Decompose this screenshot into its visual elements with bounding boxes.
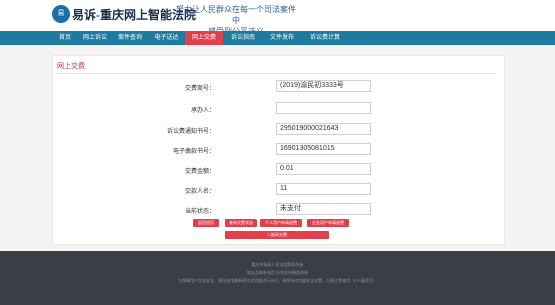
main-content: 网上交费 交费案号： (2019)渝民初3333号 承办人： 诉讼费通知书号： … xyxy=(0,45,555,251)
site-header: 易 易诉-重庆网上智能法院 努力让人民群众在每一个司法案件中 感受到公平正义 xyxy=(0,0,555,36)
nav-fee-calculator[interactable]: 诉讼费计算 xyxy=(301,31,349,45)
main-nav: 首页 网上诉讼 案件查询 电子送达 网上交费 诉讼指南 文件发布 诉讼费计算 xyxy=(0,31,555,45)
handler-label: 承办人： xyxy=(190,108,215,114)
status-field: 未支付 xyxy=(276,203,371,215)
status-label: 当前状态： xyxy=(184,209,215,215)
nav-case-query[interactable]: 案件查询 xyxy=(112,31,148,45)
e-payment-slip-label: 电子缴款书号： xyxy=(172,149,215,155)
footer-notice: 为保障用户信息安全，建议使用最新版本浏览器进行访问，请保持浏览器安全设置，以便正… xyxy=(178,278,377,283)
payer-name-field[interactable]: 11 xyxy=(276,183,371,195)
amount-label: 交费金额： xyxy=(184,169,215,175)
nav-home[interactable]: 首页 xyxy=(52,31,78,45)
panel-title: 网上交费 xyxy=(57,63,85,70)
footer-contact: 地址及联系电话 技术支持服务热线 xyxy=(246,270,309,275)
court-logo-icon[interactable]: 易 xyxy=(52,5,70,23)
panel-divider xyxy=(57,73,497,74)
amount-field[interactable]: 0.01 xyxy=(276,163,371,175)
nav-e-delivery[interactable]: 电子送达 xyxy=(148,31,185,45)
back-home-button[interactable]: 返回首页 xyxy=(193,219,219,227)
nav-litigation-guide[interactable]: 诉讼指南 xyxy=(223,31,263,45)
payer-name-label: 交款人名： xyxy=(184,189,215,195)
qr-payment-button[interactable]: 二维码交费 xyxy=(225,231,329,239)
payment-panel: 网上交费 交费案号： (2019)渝民初3333号 承办人： 诉讼费通知书号： … xyxy=(52,55,505,245)
nav-file-release[interactable]: 文件发布 xyxy=(263,31,301,45)
nav-online-payment[interactable]: 网上交费 xyxy=(185,31,223,45)
enterprise-refund-button[interactable]: 企业用户申请退费 xyxy=(307,219,349,227)
footer-copyright: 重庆市高级人民法院版权所有 xyxy=(251,262,304,267)
query-status-button[interactable]: 查询交费状态 xyxy=(225,219,257,227)
e-payment-slip-field[interactable]: 16901305081015 xyxy=(276,143,371,155)
slogan-line-1: 努力让人民群众在每一个司法案件中 xyxy=(176,5,296,25)
nav-online-litigation[interactable]: 网上诉讼 xyxy=(78,31,112,45)
case-number-field[interactable]: (2019)渝民初3333号 xyxy=(276,80,371,92)
fee-notice-label: 诉讼费通知书号： xyxy=(166,129,215,135)
handler-field[interactable] xyxy=(276,102,371,114)
fee-notice-field[interactable]: 295019000021643 xyxy=(276,123,371,135)
case-number-label: 交费案号： xyxy=(184,86,215,92)
site-footer: 重庆市高级人民法院版权所有 地址及联系电话 技术支持服务热线 为保障用户信息安全… xyxy=(0,251,555,305)
personal-refund-button[interactable]: 个人用户申请退费 xyxy=(260,219,302,227)
